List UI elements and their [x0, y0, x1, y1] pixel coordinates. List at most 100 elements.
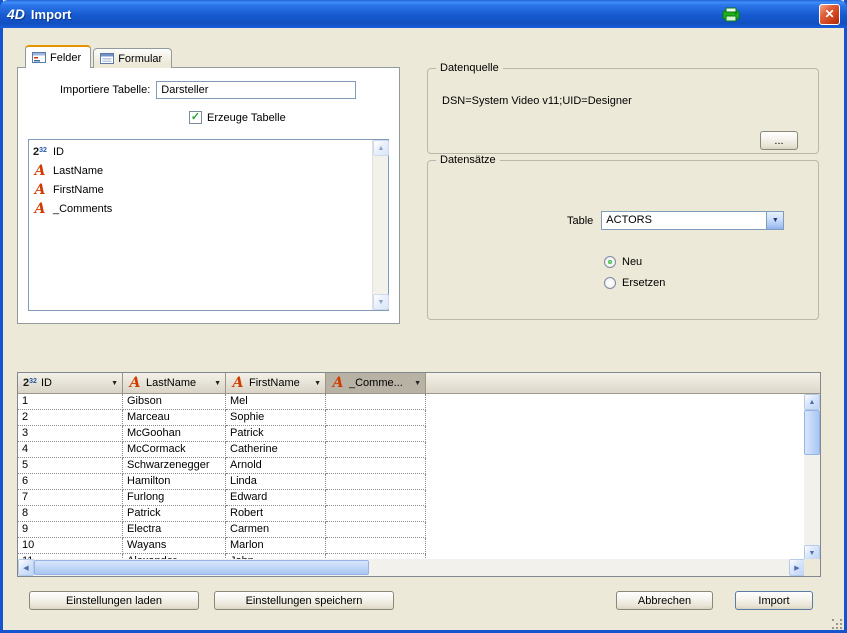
- cell: [326, 426, 426, 442]
- alpha-type-icon: A: [32, 183, 48, 197]
- tab-formular[interactable]: Formular: [93, 48, 172, 68]
- longint-type-icon: 232: [22, 377, 38, 389]
- cell: [326, 538, 426, 554]
- scroll-track[interactable]: [34, 559, 789, 576]
- scroll-up-button[interactable]: ▲: [804, 394, 820, 410]
- alpha-type-icon: A: [32, 164, 48, 178]
- column-header-firstname[interactable]: AFirstName▼: [226, 373, 326, 393]
- table-row[interactable]: 2MarceauSophie: [18, 410, 805, 426]
- create-table-checkbox[interactable]: ✓: [189, 111, 202, 124]
- cell: [326, 474, 426, 490]
- table-row[interactable]: 6HamiltonLinda: [18, 474, 805, 490]
- datenquelle-group-label: Datenquelle: [436, 62, 503, 74]
- import-table-label: Importiere Tabelle:: [60, 84, 150, 96]
- grid-vertical-scrollbar[interactable]: ▲ ▼: [804, 394, 820, 561]
- scroll-up-button[interactable]: ▲: [373, 140, 389, 156]
- field-item-id[interactable]: 232ID: [29, 142, 372, 161]
- cell: 5: [18, 458, 123, 474]
- cell: Arnold: [226, 458, 326, 474]
- table-row[interactable]: 5SchwarzeneggerArnold: [18, 458, 805, 474]
- column-header-comme[interactable]: A_Comme... ▼: [326, 373, 426, 393]
- tab-label: Formular: [118, 53, 162, 65]
- column-header-lastname[interactable]: ALastName▼: [123, 373, 226, 393]
- cell: 9: [18, 522, 123, 538]
- tab-felder[interactable]: Felder: [25, 45, 91, 68]
- cell: Wayans: [123, 538, 226, 554]
- column-label: _Comme...: [349, 377, 403, 389]
- resize-grip[interactable]: [830, 617, 843, 630]
- table-row[interactable]: 4McCormackCatherine: [18, 442, 805, 458]
- table-row[interactable]: 8PatrickRobert: [18, 506, 805, 522]
- table-row[interactable]: 1GibsonMel: [18, 394, 805, 410]
- window-title: Import: [31, 7, 715, 22]
- field-item-lastname[interactable]: A LastName: [29, 161, 372, 180]
- cell: Patrick: [123, 506, 226, 522]
- form-tab-icon: [100, 53, 114, 64]
- grid-horizontal-scrollbar[interactable]: ◀ ▶: [18, 559, 805, 576]
- alpha-type-icon: A: [330, 376, 346, 390]
- app-icon-4d: 4D: [7, 6, 25, 22]
- scroll-track[interactable]: [804, 410, 820, 545]
- scroll-thumb[interactable]: [804, 410, 820, 455]
- radio-neu-label: Neu: [622, 256, 642, 268]
- cell: Robert: [226, 506, 326, 522]
- cell: [326, 506, 426, 522]
- radio-ersetzen-label: Ersetzen: [622, 277, 665, 289]
- titlebar[interactable]: 4D Import ✕: [0, 0, 847, 28]
- scroll-track[interactable]: [373, 156, 388, 294]
- column-dropdown-arrow-icon[interactable]: ▼: [111, 380, 118, 387]
- cell: Gibson: [123, 394, 226, 410]
- radio-ersetzen[interactable]: [604, 277, 616, 289]
- cell: Edward: [226, 490, 326, 506]
- table-row[interactable]: 10WayansMarlon: [18, 538, 805, 554]
- cell: McGoohan: [123, 426, 226, 442]
- cell: Furlong: [123, 490, 226, 506]
- alpha-type-icon: A: [230, 376, 246, 390]
- radio-neu[interactable]: [604, 256, 616, 268]
- table-row[interactable]: 9ElectraCarmen: [18, 522, 805, 538]
- scroll-left-button[interactable]: ◀: [18, 559, 34, 576]
- load-settings-button[interactable]: Einstellungen laden: [29, 591, 199, 610]
- column-header-id[interactable]: 232ID▼: [18, 373, 123, 393]
- scroll-right-button[interactable]: ▶: [789, 559, 805, 576]
- browse-datasource-button[interactable]: ...: [760, 131, 798, 150]
- cell: 1: [18, 394, 123, 410]
- table-row[interactable]: 3McGoohanPatrick: [18, 426, 805, 442]
- cell: Marlon: [226, 538, 326, 554]
- cell: Electra: [123, 522, 226, 538]
- save-settings-button[interactable]: Einstellungen speichern: [214, 591, 394, 610]
- column-dropdown-arrow-icon[interactable]: ▼: [214, 380, 221, 387]
- cell: 2: [18, 410, 123, 426]
- printer-icon[interactable]: [721, 6, 741, 23]
- fields-listbox: 232ID A LastName AFirstNameA_Comments ▲ ▼: [28, 139, 389, 311]
- table-combobox[interactable]: ACTORS ▼: [601, 211, 784, 230]
- field-item-firstname[interactable]: AFirstName: [29, 180, 372, 199]
- cell: Patrick: [226, 426, 326, 442]
- import-dialog: 4D Import ✕: [0, 0, 847, 633]
- column-dropdown-arrow-icon[interactable]: ▼: [314, 380, 321, 387]
- scroll-thumb[interactable]: [34, 560, 369, 575]
- import-table-input[interactable]: [156, 81, 356, 99]
- cancel-button[interactable]: Abbrechen: [616, 591, 713, 610]
- table-row[interactable]: 7FurlongEdward: [18, 490, 805, 506]
- field-name: LastName: [53, 165, 103, 177]
- field-item-comments[interactable]: A_Comments: [29, 199, 372, 218]
- chevron-down-icon[interactable]: ▼: [766, 212, 783, 229]
- grid-body: 1GibsonMel2MarceauSophie3McGoohanPatrick…: [18, 394, 805, 561]
- cell: 3: [18, 426, 123, 442]
- import-button[interactable]: Import: [735, 591, 813, 610]
- cell: Catherine: [226, 442, 326, 458]
- scroll-down-button[interactable]: ▼: [373, 294, 389, 310]
- table-select-row: Table ACTORS ▼: [567, 211, 784, 230]
- fields-list-scrollbar[interactable]: ▲ ▼: [372, 140, 388, 310]
- column-dropdown-arrow-icon[interactable]: ▼: [414, 380, 421, 387]
- close-button[interactable]: ✕: [819, 4, 840, 25]
- fields-tab-icon: [32, 52, 46, 63]
- cell: 7: [18, 490, 123, 506]
- cell: [326, 442, 426, 458]
- table-label: Table: [567, 215, 593, 227]
- table-combobox-value: ACTORS: [602, 212, 766, 229]
- cell: Mel: [226, 394, 326, 410]
- cell: Sophie: [226, 410, 326, 426]
- alpha-type-icon: A: [127, 376, 143, 390]
